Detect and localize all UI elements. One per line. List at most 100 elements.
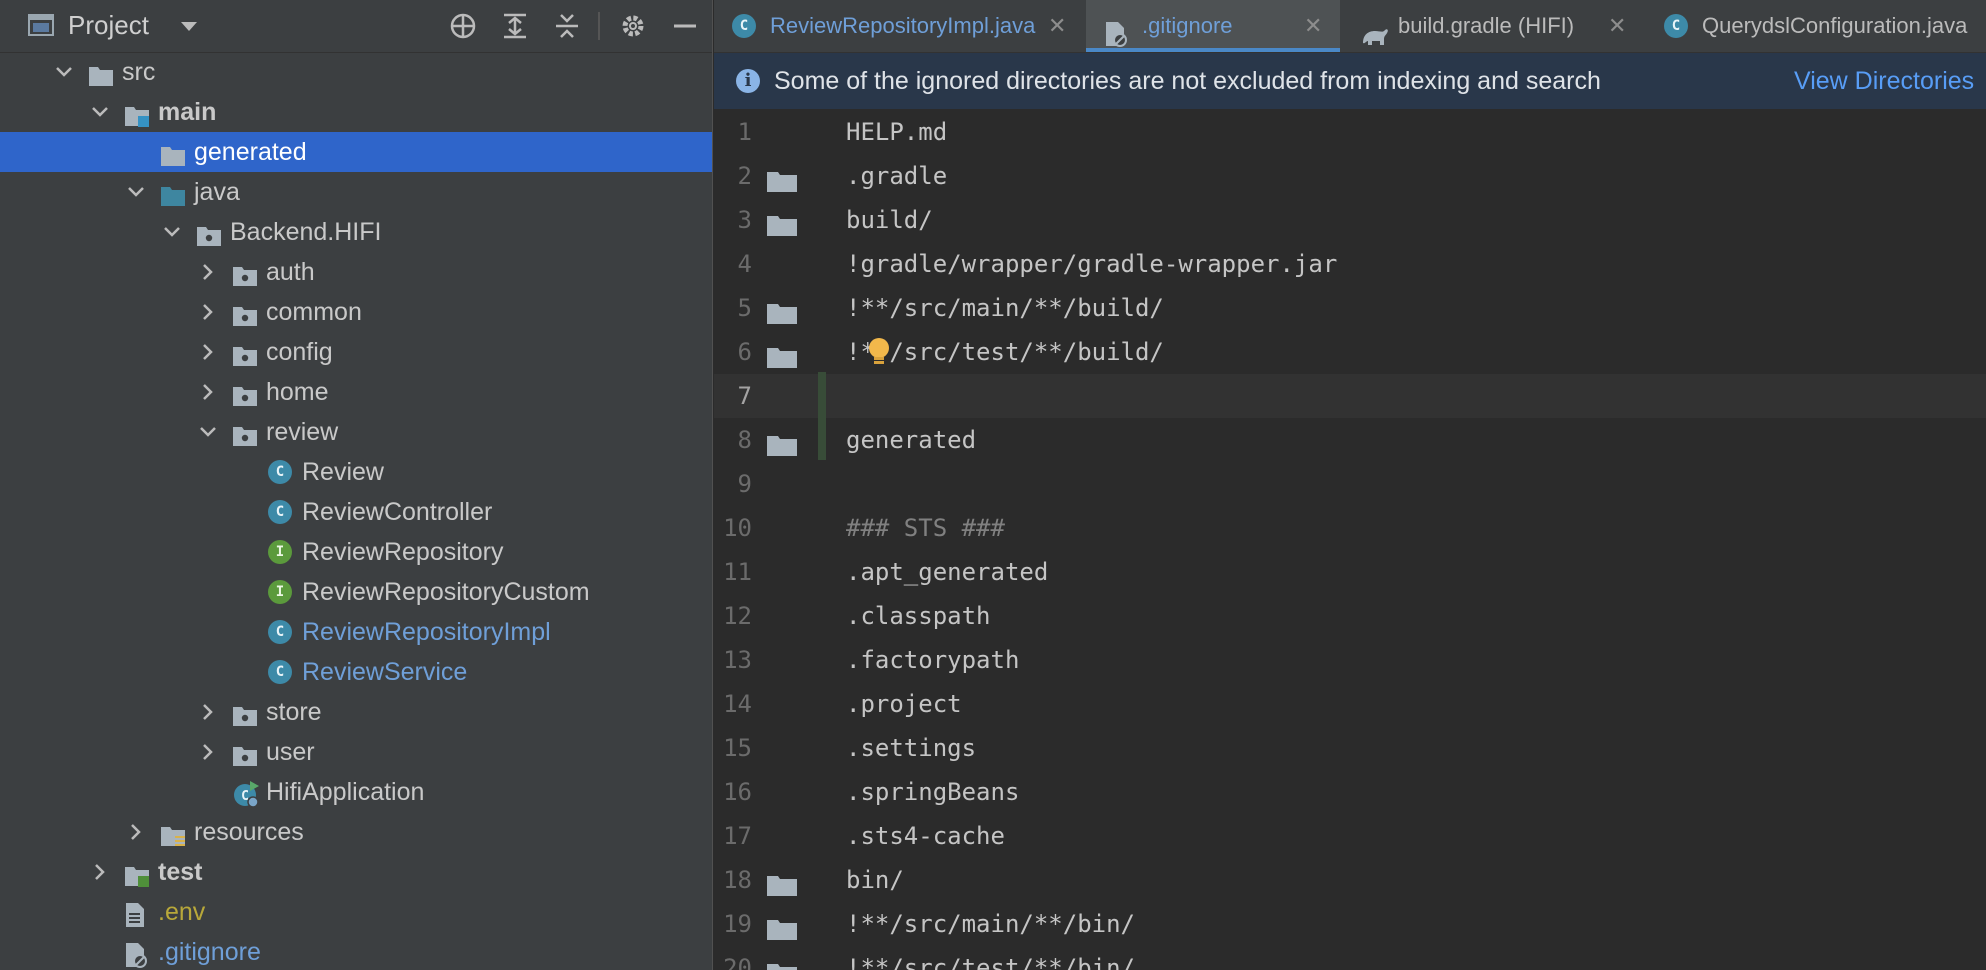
tree-item-store[interactable]: store bbox=[0, 692, 712, 732]
line-number: 2 bbox=[737, 162, 752, 190]
tree-item-user[interactable]: user bbox=[0, 732, 712, 772]
tree-item-label: ReviewRepositoryCustom bbox=[302, 578, 590, 606]
tree-item-env[interactable]: .env bbox=[0, 892, 712, 932]
gutter-folder-icon[interactable] bbox=[766, 164, 798, 192]
lightbulb-icon[interactable] bbox=[864, 336, 894, 368]
text-file-icon bbox=[124, 900, 150, 927]
gutter-folder-icon[interactable] bbox=[766, 296, 798, 324]
chevron-right-icon[interactable] bbox=[124, 812, 148, 852]
line-text: !**/src/test/**/bin/ bbox=[846, 954, 1135, 970]
code-line[interactable]: 19 !**/src/main/**/bin/ bbox=[714, 902, 1986, 946]
chevron-right-icon[interactable] bbox=[196, 252, 220, 292]
tree-item-label: src bbox=[122, 58, 156, 86]
tree-item-backend-hifi[interactable]: Backend.HIFI bbox=[0, 212, 712, 252]
line-number: 9 bbox=[737, 470, 752, 498]
tree-item-reviewrepositorycustom[interactable]: I ReviewRepositoryCustom bbox=[0, 572, 712, 612]
tree-item-auth[interactable]: auth bbox=[0, 252, 712, 292]
tree-item-src[interactable]: src bbox=[0, 52, 712, 92]
line-text: !**/src/main/**/bin/ bbox=[846, 910, 1135, 938]
tree-item-gitignore[interactable]: .gitignore bbox=[0, 932, 712, 970]
tree-item-reviewrepository[interactable]: I ReviewRepository bbox=[0, 532, 712, 572]
chevron-right-icon[interactable] bbox=[196, 332, 220, 372]
close-icon[interactable]: ✕ bbox=[1304, 0, 1322, 52]
package-icon bbox=[232, 380, 258, 406]
code-line[interactable]: 9 bbox=[714, 462, 1986, 506]
tree-item-main[interactable]: main bbox=[0, 92, 712, 132]
crosshair-locate-icon[interactable] bbox=[448, 11, 478, 41]
code-line[interactable]: 18 bin/ bbox=[714, 858, 1986, 902]
chevron-down-icon[interactable] bbox=[196, 412, 220, 452]
tree-item-java[interactable]: java bbox=[0, 172, 712, 212]
line-number: 4 bbox=[737, 250, 752, 278]
expand-all-icon[interactable] bbox=[500, 11, 530, 41]
code-line[interactable]: 5 !**/src/main/**/build/ bbox=[714, 286, 1986, 330]
tree-item-common[interactable]: common bbox=[0, 292, 712, 332]
tree-item-reviewrepositoryimpl[interactable]: C ReviewRepositoryImpl bbox=[0, 612, 712, 652]
tree-item-hifiapplication[interactable]: C HifiApplication bbox=[0, 772, 712, 812]
editor-tab[interactable]: C ReviewRepositoryImpl.java ✕ bbox=[714, 0, 1084, 52]
chevron-down-icon[interactable] bbox=[88, 92, 112, 132]
tree-item-reviewcontroller[interactable]: C ReviewController bbox=[0, 492, 712, 532]
tree-item-config[interactable]: config bbox=[0, 332, 712, 372]
gutter-folder-icon[interactable] bbox=[766, 428, 798, 456]
code-line[interactable]: 16 .springBeans bbox=[714, 770, 1986, 814]
minimize-icon[interactable] bbox=[670, 11, 700, 41]
tree-item-label: generated bbox=[194, 138, 307, 166]
line-text: HELP.md bbox=[846, 118, 948, 146]
project-title[interactable]: Project bbox=[68, 10, 149, 41]
chevron-down-icon[interactable] bbox=[160, 212, 184, 252]
code-line[interactable]: 20 !**/src/test/**/bin/ bbox=[714, 946, 1986, 970]
change-marker[interactable] bbox=[818, 372, 826, 460]
code-line[interactable]: 8 generated bbox=[714, 418, 1986, 462]
tree-item-resources[interactable]: resources bbox=[0, 812, 712, 852]
chevron-down-icon[interactable] bbox=[180, 20, 198, 38]
view-directories-link[interactable]: View Directories bbox=[1794, 53, 1974, 109]
code-line[interactable]: 6 !**/src/test/**/build/ bbox=[714, 330, 1986, 374]
code-line[interactable]: 1 HELP.md bbox=[714, 110, 1986, 154]
code-line[interactable]: 10 ### STS ### bbox=[714, 506, 1986, 550]
close-icon[interactable]: ✕ bbox=[1608, 0, 1626, 52]
gutter-folder-icon[interactable] bbox=[766, 208, 798, 236]
chevron-right-icon[interactable] bbox=[196, 372, 220, 412]
code-line[interactable]: 17 .sts4-cache bbox=[714, 814, 1986, 858]
package-icon bbox=[232, 740, 258, 766]
tree-item-test[interactable]: test bbox=[0, 852, 712, 892]
code-line[interactable]: 4 !gradle/wrapper/gradle-wrapper.jar bbox=[714, 242, 1986, 286]
chevron-right-icon[interactable] bbox=[196, 732, 220, 772]
editor-tab[interactable]: build.gradle (HIFI) ✕ bbox=[1342, 0, 1644, 52]
code-line[interactable]: 7 bbox=[714, 374, 1986, 418]
gutter-folder-icon[interactable] bbox=[766, 868, 798, 896]
code-line[interactable]: 11 .apt_generated bbox=[714, 550, 1986, 594]
tree-item-label: Backend.HIFI bbox=[230, 218, 382, 246]
gutter-folder-icon[interactable] bbox=[766, 340, 798, 368]
tree-item-generated[interactable]: generated bbox=[0, 132, 712, 172]
tree-item-home[interactable]: home bbox=[0, 372, 712, 412]
code-line[interactable]: 2 .gradle bbox=[714, 154, 1986, 198]
code-line[interactable]: 14 .project bbox=[714, 682, 1986, 726]
editor-tab[interactable]: .gitignore ✕ bbox=[1086, 0, 1340, 52]
chevron-down-icon[interactable] bbox=[124, 172, 148, 212]
chevron-right-icon[interactable] bbox=[88, 852, 112, 892]
resources-folder-icon bbox=[160, 820, 186, 846]
chevron-right-icon[interactable] bbox=[196, 692, 220, 732]
code-line[interactable]: 13 .factorypath bbox=[714, 638, 1986, 682]
gutter-folder-icon[interactable] bbox=[766, 912, 798, 940]
code-line[interactable]: 15 .settings bbox=[714, 726, 1986, 770]
chevron-down-icon[interactable] bbox=[52, 52, 76, 92]
tree-item-label: user bbox=[266, 738, 315, 766]
gear-icon[interactable] bbox=[618, 11, 648, 41]
line-number: 15 bbox=[723, 734, 752, 762]
tree-item-review[interactable]: review bbox=[0, 412, 712, 452]
line-number: 10 bbox=[723, 514, 752, 542]
code-line[interactable]: 3 build/ bbox=[714, 198, 1986, 242]
tree-item-review[interactable]: C Review bbox=[0, 452, 712, 492]
close-icon[interactable]: ✕ bbox=[1048, 0, 1066, 52]
gutter-folder-icon[interactable] bbox=[766, 956, 798, 970]
collapse-all-icon[interactable] bbox=[552, 11, 582, 41]
code-line[interactable]: 12 .classpath bbox=[714, 594, 1986, 638]
tree-item-label: resources bbox=[194, 818, 304, 846]
tree-item-reviewservice[interactable]: C ReviewService bbox=[0, 652, 712, 692]
editor-tab[interactable]: C QuerydslConfiguration.java bbox=[1646, 0, 1986, 52]
code-editor[interactable]: 1 HELP.md 2 .gradle 3 build/4 !gradle/wrapper/… bbox=[714, 110, 1986, 970]
chevron-right-icon[interactable] bbox=[196, 292, 220, 332]
